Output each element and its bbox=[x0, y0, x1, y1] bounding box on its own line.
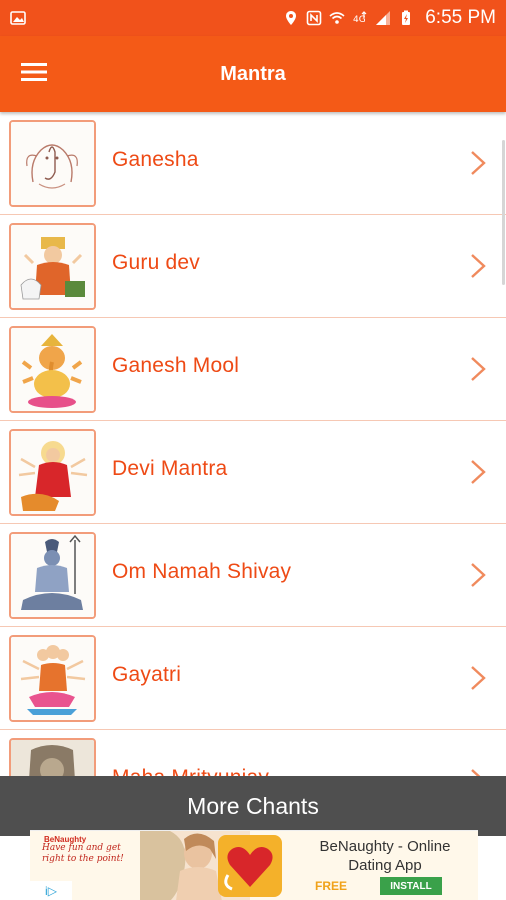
maha-mrityunjay-thumbnail bbox=[9, 738, 96, 776]
ad-app-icon[interactable] bbox=[218, 835, 282, 897]
mantra-list: Ganesha Guru dev Ganesh Mool Devi Mantra… bbox=[0, 112, 506, 776]
chevron-right-icon bbox=[466, 664, 490, 692]
gayatri-thumbnail bbox=[9, 635, 96, 722]
list-scrollbar[interactable] bbox=[502, 140, 505, 285]
chevron-right-icon bbox=[466, 561, 490, 589]
list-item-devi-mantra[interactable]: Devi Mantra bbox=[0, 421, 506, 524]
adchoices-icon[interactable]: i▷ bbox=[30, 881, 72, 900]
location-icon bbox=[283, 10, 299, 26]
ganesh-mool-thumbnail bbox=[9, 326, 96, 413]
more-chants-label: More Chants bbox=[187, 792, 319, 819]
list-item-label: Gayatri bbox=[112, 663, 182, 686]
guru-dev-thumbnail bbox=[9, 223, 96, 310]
chevron-right-icon bbox=[466, 458, 490, 486]
ad-price: FREE bbox=[315, 879, 348, 893]
more-chants-button[interactable]: More Chants bbox=[0, 776, 506, 836]
list-item-label: Devi Mantra bbox=[112, 457, 228, 480]
ad-title: BeNaughty - Online Dating App bbox=[319, 838, 451, 874]
wifi-icon bbox=[329, 10, 345, 26]
menu-button[interactable] bbox=[0, 36, 68, 112]
ad-tagline: Have fun and get right to the point! bbox=[42, 843, 124, 864]
signal-icon bbox=[375, 10, 391, 26]
list-item-label: Ganesha bbox=[112, 148, 199, 171]
chevron-right-icon bbox=[466, 355, 490, 383]
list-item-label: Maha Mrityunjay bbox=[112, 766, 269, 776]
list-item-guru-dev[interactable]: Guru dev bbox=[0, 215, 506, 318]
4g-icon: 4G bbox=[352, 10, 368, 26]
nfc-icon bbox=[306, 10, 322, 26]
image-icon bbox=[10, 10, 26, 26]
list-item-label: Om Namah Shivay bbox=[112, 560, 292, 583]
list-item-ganesh-mool[interactable]: Ganesh Mool bbox=[0, 318, 506, 421]
battery-icon bbox=[398, 10, 414, 26]
status-time: 6:55 PM bbox=[425, 7, 496, 28]
ganesha-thumbnail bbox=[9, 120, 96, 207]
list-item-maha-mrityunjay[interactable]: Maha Mrityunjay bbox=[0, 730, 506, 776]
app-bar: Mantra bbox=[0, 36, 506, 112]
chevron-right-icon bbox=[466, 149, 490, 177]
list-item-gayatri[interactable]: Gayatri bbox=[0, 627, 506, 730]
status-bar: 4G 6:55 PM bbox=[0, 0, 506, 36]
list-item-label: Ganesh Mool bbox=[112, 354, 240, 377]
ad-banner[interactable]: BeNaughty Have fun and get right to the … bbox=[30, 830, 478, 900]
hamburger-menu-icon bbox=[20, 62, 48, 87]
list-item-label: Guru dev bbox=[112, 251, 200, 274]
devi-mantra-thumbnail bbox=[9, 429, 96, 516]
chevron-right-icon bbox=[466, 767, 490, 776]
om-namah-shivay-thumbnail bbox=[9, 532, 96, 619]
ad-install-button[interactable]: INSTALL bbox=[380, 877, 442, 895]
list-item-ganesha[interactable]: Ganesha bbox=[0, 112, 506, 215]
chevron-right-icon bbox=[466, 252, 490, 280]
list-item-om-namah-shivay[interactable]: Om Namah Shivay bbox=[0, 524, 506, 627]
page-title: Mantra bbox=[220, 62, 286, 85]
